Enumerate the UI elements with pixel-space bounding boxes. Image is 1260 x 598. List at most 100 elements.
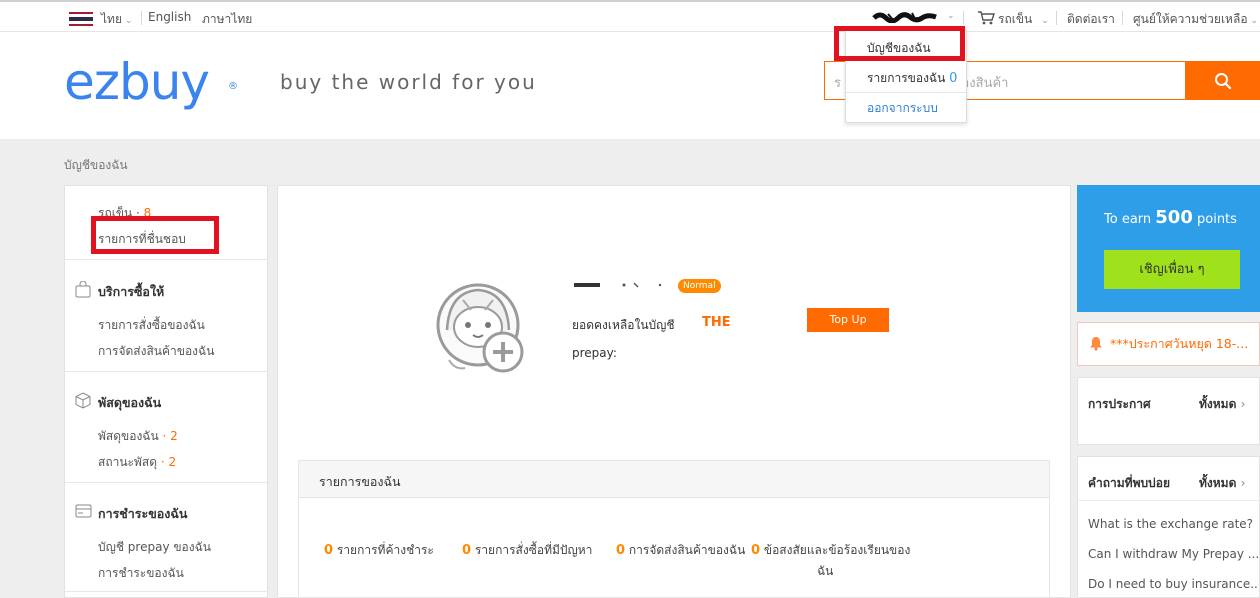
- divider: [846, 92, 966, 93]
- promo-headline: To earn 500 points: [1104, 207, 1237, 228]
- divider: [65, 371, 267, 372]
- balance-label: ยอดคงเหลือในบัญชี: [572, 318, 675, 332]
- sidebar-section-title: การชำระของฉัน: [98, 506, 188, 521]
- search-icon: [1215, 73, 1232, 90]
- cart-label: รถเข็น: [998, 12, 1033, 26]
- divider: [65, 482, 267, 483]
- package-box-icon: [75, 392, 91, 409]
- thai-flag-icon[interactable]: [69, 12, 93, 26]
- language-current-label: ไทย: [101, 12, 122, 26]
- divider: [1078, 500, 1259, 501]
- menu-item-logout[interactable]: ออกจากระบบ: [867, 99, 938, 118]
- sidebar-section-title: บริการซื้อให้: [98, 284, 165, 299]
- chevron-down-icon: ⌄: [1041, 16, 1049, 26]
- sidebar-parcels-label: พัสดุของฉัน: [98, 429, 159, 443]
- stat-label: รายการที่ค้างชำระ: [336, 543, 434, 557]
- promo-prefix: To earn: [1104, 212, 1152, 227]
- view-all-label: ทั้งหมด: [1199, 397, 1237, 411]
- sidebar-item-prepay-account[interactable]: บัญชี prepay ของฉัน: [98, 538, 211, 557]
- chevron-right-icon: ›: [1240, 476, 1246, 490]
- contact-link[interactable]: ติดต่อเรา: [1067, 10, 1115, 29]
- announcements-title: การประกาศ: [1088, 397, 1151, 411]
- divider: [1122, 11, 1123, 25]
- redacted-username: [872, 12, 937, 24]
- sidebar-parcels-count: 2: [170, 429, 178, 443]
- stat-inquiries[interactable]: 0 ข้อสงสัยและข้อร้องเรียนของ: [751, 541, 910, 560]
- chevron-right-icon: ›: [1240, 397, 1246, 411]
- top-bar: ไทย ⌄ English ภาษาไทย ⌄ รถเข็น ⌄ ติดต่อเรา…: [0, 0, 1260, 32]
- stat-problem-orders[interactable]: 0 รายการสั่งซื้อที่มีปัญหา: [462, 541, 592, 560]
- sidebar-parcel-status-count: 2: [168, 455, 177, 469]
- logo-text: ezbuy: [64, 53, 210, 111]
- prepay-label: prepay:: [572, 346, 617, 360]
- stat-pending-payment[interactable]: 0 รายการที่ค้างชำระ: [324, 541, 434, 560]
- help-center-label: ศูนย์ให้ความช่วยเหลือ: [1133, 12, 1248, 26]
- lang-thai-link[interactable]: ภาษาไทย: [202, 10, 252, 29]
- promo-points-value: 500: [1155, 207, 1193, 228]
- redacted-user-name: [574, 282, 662, 288]
- my-orders-label: รายการของฉัน: [867, 71, 946, 85]
- member-level-badge: Normal: [678, 279, 721, 293]
- cart-icon[interactable]: [977, 10, 995, 29]
- stat-count: 0: [616, 543, 626, 558]
- sidebar-section-title: พัสดุของฉัน: [98, 395, 162, 410]
- orders-panel-header: รายการของฉัน: [299, 461, 1049, 498]
- holiday-notice[interactable]: ***ประกาศวันหยุด 18-...: [1077, 322, 1260, 366]
- bell-icon: [1090, 337, 1102, 351]
- faq-view-all[interactable]: ทั้งหมด ›: [1199, 474, 1245, 493]
- account-menu-trigger[interactable]: [872, 11, 942, 24]
- language-selector[interactable]: ไทย ⌄: [101, 10, 133, 29]
- promo-suffix: points: [1197, 212, 1237, 227]
- stat-my-shipments[interactable]: 0 การจัดส่งสินค้าของฉัน: [616, 541, 745, 560]
- notice-text: ***ประกาศวันหยุด 18-...: [1110, 336, 1249, 351]
- my-orders-panel: รายการของฉัน 0 รายการที่ค้างชำระ 0 รายกา…: [298, 460, 1050, 598]
- faq-item[interactable]: Can I withdraw My Prepay ...: [1088, 547, 1258, 561]
- divider: [1056, 11, 1057, 25]
- search-placeholder: ร: [834, 76, 841, 91]
- breadcrumb[interactable]: บัญชีของฉัน: [64, 156, 128, 175]
- stat-label-continued: ฉัน: [817, 564, 834, 578]
- stat-count: 0: [462, 543, 472, 558]
- stat-label: ข้อสงสัยและข้อร้องเรียนของ: [763, 543, 911, 557]
- highlight-box-my-account: [834, 26, 965, 61]
- avatar[interactable]: [435, 280, 525, 380]
- stat-count: 0: [324, 543, 334, 558]
- sidebar-item-my-parcels[interactable]: พัสดุของฉัน · 2: [98, 427, 178, 446]
- orders-panel-title: รายการของฉัน: [319, 474, 401, 489]
- menu-item-my-orders[interactable]: รายการของฉัน 0: [867, 69, 957, 88]
- faq-panel: คำถามที่พบบ่อย ทั้งหมด › What is the exc…: [1077, 456, 1260, 598]
- announcements-view-all[interactable]: ทั้งหมด ›: [1199, 395, 1245, 414]
- chevron-down-icon: ⌄: [124, 16, 133, 26]
- search-placeholder-tail: างสินค้า: [962, 76, 1009, 91]
- sidebar-item-my-payments[interactable]: การชำระของฉัน: [98, 564, 184, 583]
- help-center-link[interactable]: ศูนย์ให้ความช่วยเหลือ ⌄: [1133, 10, 1258, 29]
- chevron-down-icon: ⌄: [947, 11, 955, 21]
- stat-label: การจัดส่งสินค้าของฉัน: [628, 543, 746, 557]
- sidebar-parcel-status-label: สถานะพัสดุ: [98, 455, 158, 469]
- faq-title: คำถามที่พบบ่อย: [1088, 476, 1170, 490]
- highlight-box-wishlist: [91, 216, 219, 254]
- sidebar-item-my-orders[interactable]: รายการสั่งซื้อของฉัน: [98, 316, 205, 335]
- cart-link[interactable]: รถเข็น ⌄: [998, 10, 1049, 29]
- faq-item[interactable]: What is the exchange rate?: [1088, 517, 1258, 531]
- balance-currency: THE: [702, 315, 731, 330]
- ezbuy-logo[interactable]: ezbuy ®: [64, 52, 238, 112]
- registered-mark: ®: [228, 81, 238, 92]
- chevron-down-icon: ⌄: [1250, 16, 1259, 26]
- divider: [65, 259, 267, 260]
- search-button[interactable]: [1185, 61, 1260, 100]
- invite-friends-button[interactable]: เชิญเพื่อน ๆ: [1104, 250, 1240, 289]
- divider: [963, 11, 964, 25]
- stat-count: 0: [751, 543, 761, 558]
- divider: [65, 591, 267, 592]
- top-up-button[interactable]: Top Up: [807, 308, 889, 332]
- divider: [141, 11, 142, 25]
- sidebar-item-my-shipments[interactable]: การจัดส่งสินค้าของฉัน: [98, 342, 214, 361]
- sidebar-item-parcel-status[interactable]: สถานะพัสดุ · 2: [98, 453, 176, 472]
- announcements-panel: การประกาศ ทั้งหมด ›: [1077, 377, 1260, 445]
- faq-item[interactable]: Do I need to buy insurance...: [1088, 577, 1258, 591]
- lang-english-link[interactable]: English: [148, 10, 191, 24]
- stat-label: รายการสั่งซื้อที่มีปัญหา: [474, 543, 593, 557]
- invite-promo-banner: To earn 500 points: [1077, 185, 1260, 312]
- tagline: buy the world for you: [280, 70, 537, 94]
